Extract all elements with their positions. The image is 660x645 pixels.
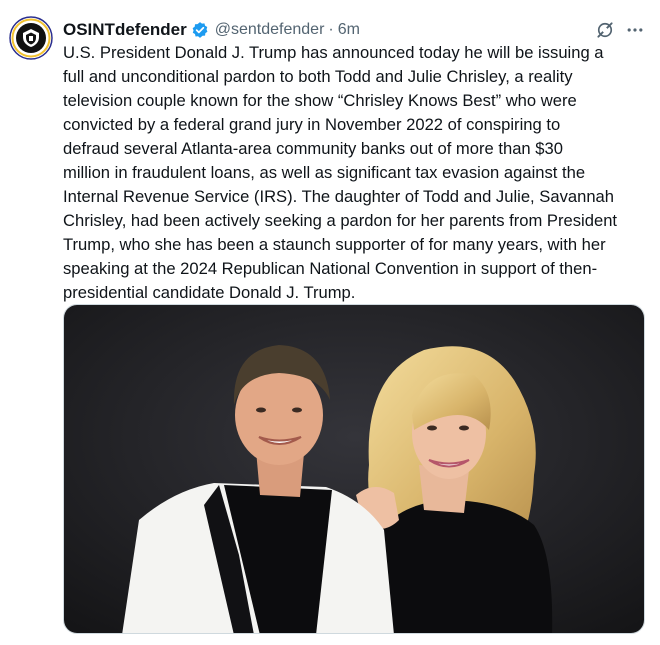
author-avatar[interactable] [9,16,53,60]
author-display-name[interactable]: OSINTdefender [63,20,187,40]
tweet-text-line: full and unconditional pardon to both To… [63,67,573,86]
tweet-text-line: presidential candidate Donald J. Trump. [63,283,356,302]
more-options-icon[interactable] [624,19,646,41]
osint-defender-logo-icon [9,16,53,60]
author-handle[interactable]: @sentdefender [215,21,325,39]
couple-portrait-photo [64,305,644,633]
tweet-text-line: U.S. President Donald J. Trump has annou… [63,43,604,62]
tweet-text-line: Chrisley, had been actively seeking a pa… [63,211,618,230]
tweet-text-line: television couple known for the show “Ch… [63,91,577,110]
tweet-text-line: Internal Revenue Service (IRS). The daug… [63,187,615,206]
tweet-header: OSINTdefender @sentdefender · 6m [63,18,360,42]
tweet-text: U.S. President Donald J. Trump has annou… [63,41,648,305]
tweet-timestamp[interactable]: 6m [338,21,360,39]
tweet-media-photo[interactable] [63,304,645,634]
tweet-text-line: convicted by a federal grand jury in Nov… [63,115,561,134]
header-separator: · [328,21,334,38]
tweet: OSINTdefender @sentdefender · 6m U.S. Pr… [0,0,660,645]
verified-badge-icon [191,21,209,39]
grok-icon[interactable] [594,19,616,41]
tweet-text-line: Trump, who she has been a staunch suppor… [63,235,606,254]
tweet-text-line: speaking at the 2024 Republican National… [63,259,598,278]
tweet-text-line: defraud several Atlanta-area community b… [63,139,563,158]
tweet-text-line: million in fraudulent loans, as well as … [63,163,586,182]
